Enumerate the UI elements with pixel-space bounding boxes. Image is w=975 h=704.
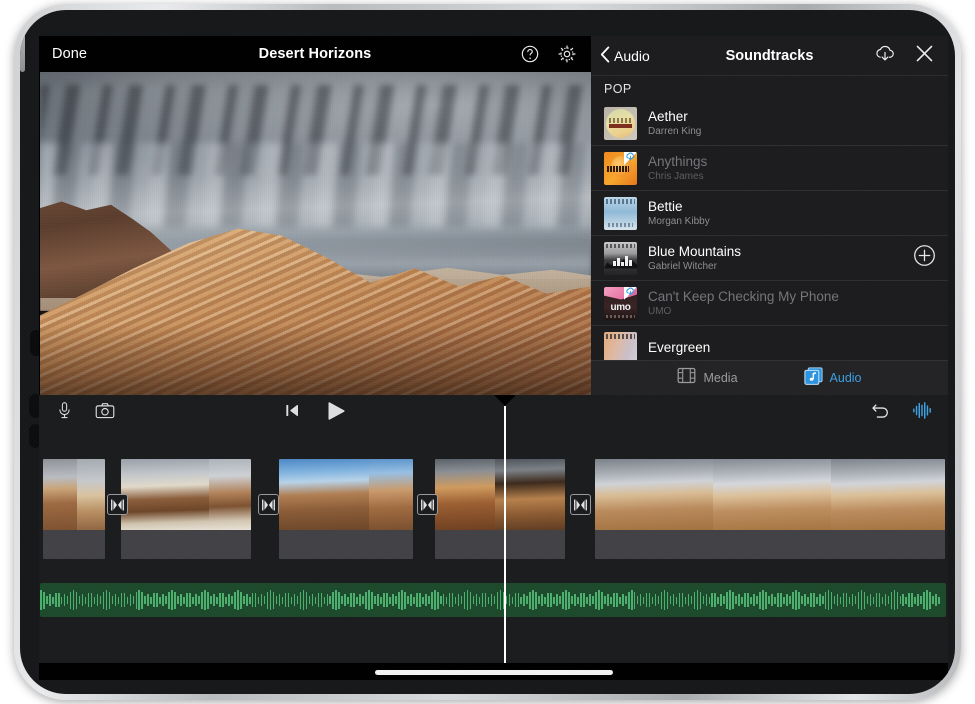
tab-audio[interactable]: Audio (803, 366, 862, 390)
song-artist: Gabriel Witcher (648, 260, 717, 272)
done-button[interactable]: Done (52, 46, 87, 62)
timeline-playhead[interactable] (504, 431, 506, 663)
page-title: Desert Horizons (258, 46, 372, 62)
music-note-icon (803, 366, 823, 390)
gear-icon[interactable] (557, 44, 577, 64)
cloud-download-icon[interactable] (874, 44, 896, 68)
media-toolbar-right (591, 395, 948, 431)
skip-to-start-icon[interactable] (285, 403, 300, 423)
undo-icon[interactable] (871, 403, 890, 424)
list-item[interactable]: Anythings Chris James (591, 146, 948, 191)
preview-grain (40, 72, 591, 395)
list-item[interactable]: Evergreen (591, 326, 948, 360)
list-item[interactable]: Bettie Morgan Kibby (591, 191, 948, 236)
question-mark-circle-icon[interactable] (520, 44, 540, 64)
media-toolbar (39, 395, 591, 431)
table-row[interactable] (595, 459, 945, 559)
soundtrack-list[interactable]: Aether Darren King Anythings Chris James… (591, 101, 948, 360)
album-artwork (604, 241, 637, 275)
cross-dissolve-transition-icon[interactable] (107, 494, 128, 515)
table-row[interactable] (435, 459, 565, 559)
microphone-icon[interactable] (56, 401, 73, 425)
device-body: Done Desert Horizons Audio Soundtracks P… (20, 10, 955, 694)
toolbar-right-group (520, 44, 577, 64)
panel-actions (874, 44, 934, 68)
film-strip-icon (677, 367, 696, 389)
album-artwork (604, 331, 637, 360)
tab-audio-label: Audio (829, 371, 862, 385)
power-button[interactable] (20, 26, 25, 72)
table-row[interactable] (43, 459, 105, 559)
back-button-label: Audio (614, 47, 650, 64)
cross-dissolve-transition-icon[interactable] (570, 494, 591, 515)
song-title: Bettie (648, 198, 683, 214)
song-artist: UMO (648, 305, 672, 317)
table-row[interactable] (121, 459, 251, 559)
clip-row (39, 459, 948, 559)
home-indicator[interactable] (374, 670, 613, 675)
tab-media[interactable]: Media (677, 367, 738, 389)
sensor-dot-icon (20, 10, 25, 15)
song-artist: Chris James (648, 170, 704, 182)
album-artwork (604, 196, 637, 230)
song-title: Blue Mountains (648, 243, 742, 259)
song-title: Aether (648, 108, 688, 124)
cloud-download-badge-icon (624, 151, 637, 165)
song-artist: Darren King (648, 125, 702, 137)
ipad-device-frame: Done Desert Horizons Audio Soundtracks P… (14, 4, 961, 700)
song-title: Anythings (648, 153, 708, 169)
ambient-light-sensor-icon (20, 15, 31, 26)
song-title: Evergreen (648, 340, 711, 355)
audio-waveform-icon[interactable] (912, 401, 932, 425)
timeline[interactable] (39, 431, 948, 663)
panel-tab-bar: Media Audio (591, 360, 948, 395)
list-item[interactable]: Aether Darren King (591, 101, 948, 146)
album-artwork: umo (604, 286, 637, 320)
play-icon[interactable] (328, 401, 346, 426)
video-preview[interactable] (40, 72, 591, 395)
tab-media-label: Media (703, 371, 738, 385)
album-artwork (604, 151, 637, 185)
capture-tools (56, 401, 115, 425)
chevron-left-icon (600, 46, 610, 66)
project-toolbar: Done Desert Horizons (39, 36, 591, 72)
audio-track[interactable] (40, 583, 946, 617)
ipad-screen: Done Desert Horizons Audio Soundtracks P… (39, 36, 948, 680)
soundtracks-panel: Audio Soundtracks POP Aether Darren King… (591, 36, 948, 395)
song-artist: Morgan Kibby (648, 215, 710, 227)
back-to-audio-button[interactable]: Audio (600, 46, 650, 66)
close-x-icon[interactable] (915, 44, 934, 68)
playhead-line-top (504, 406, 506, 432)
song-title: Can't Keep Checking My Phone (648, 288, 839, 304)
list-item[interactable]: umo Can't Keep Checking My Phone UMO (591, 281, 948, 326)
genre-section-header: POP (591, 76, 948, 101)
album-artwork (604, 106, 637, 140)
table-row[interactable] (279, 459, 413, 559)
plus-circle-icon[interactable] (913, 244, 936, 272)
home-indicator-area (39, 663, 948, 680)
playhead-marker-triangle (494, 395, 516, 406)
cross-dissolve-transition-icon[interactable] (417, 494, 438, 515)
cloud-download-badge-icon (624, 286, 637, 300)
panel-navigation-bar: Audio Soundtracks (591, 36, 948, 76)
camera-icon[interactable] (95, 402, 115, 424)
list-item[interactable]: Blue Mountains Gabriel Witcher (591, 236, 948, 281)
cross-dissolve-transition-icon[interactable] (258, 494, 279, 515)
audio-waveform (40, 583, 946, 617)
